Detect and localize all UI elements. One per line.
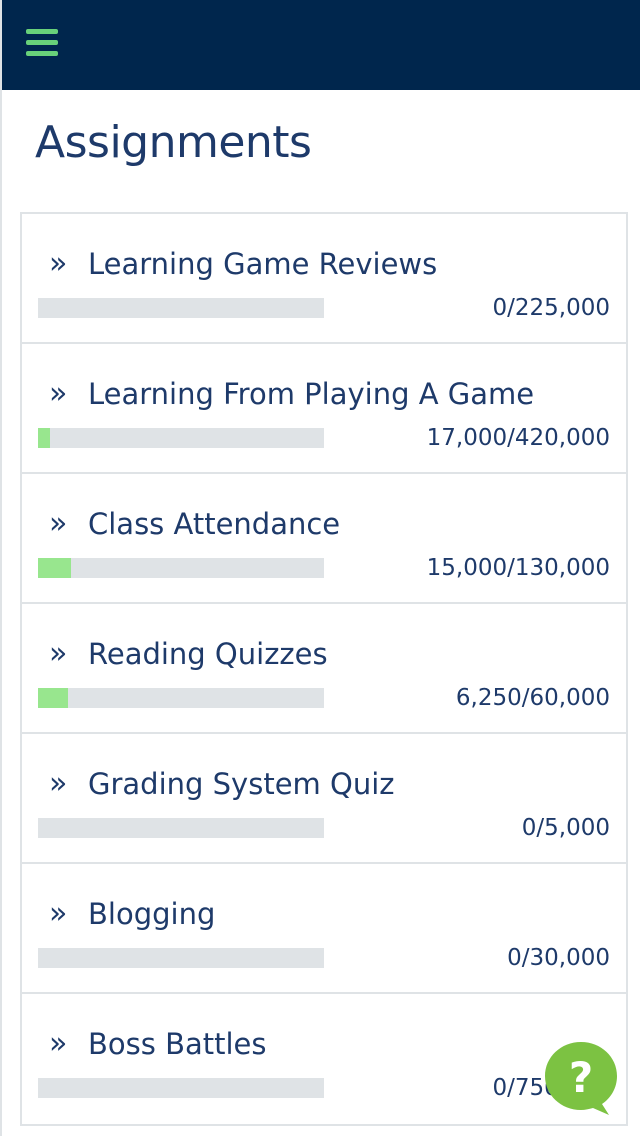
progress-bar (38, 558, 324, 578)
assignment-row[interactable]: » Learning From Playing A Game 17,000/42… (22, 344, 626, 474)
assignment-row[interactable]: » Grading System Quiz 0/5,000 (22, 734, 626, 864)
assignment-score: 0/225,000 (492, 295, 611, 321)
assignment-name[interactable]: Class Attendance (88, 504, 340, 544)
assignment-score: 6,250/60,000 (455, 685, 610, 711)
help-glyph: ? (569, 1053, 593, 1102)
assignment-score: 17,000/420,000 (426, 425, 610, 451)
assignment-row[interactable]: » Boss Battles 0/750,000 (22, 994, 626, 1124)
progress-bar (38, 688, 324, 708)
assignment-name[interactable]: Learning From Playing A Game (88, 374, 534, 414)
assignment-name[interactable]: Reading Quizzes (88, 634, 328, 674)
page-title: Assignments (35, 117, 312, 168)
chevron-right-icon: » (49, 766, 68, 801)
chevron-right-icon: » (49, 896, 68, 931)
assignment-name[interactable]: Learning Game Reviews (88, 244, 437, 284)
progress-fill (38, 558, 71, 578)
assignment-score: 0/30,000 (507, 945, 610, 971)
menu-icon-line (26, 51, 58, 56)
chevron-right-icon: » (49, 376, 68, 411)
progress-bar (38, 1078, 324, 1098)
progress-fill (38, 428, 50, 448)
assignment-row[interactable]: » Blogging 0/30,000 (22, 864, 626, 994)
chevron-right-icon: » (49, 506, 68, 541)
progress-fill (38, 688, 68, 708)
progress-bar (38, 948, 324, 968)
assignment-score: 15,000/130,000 (426, 555, 610, 581)
top-navigation-bar (2, 0, 640, 90)
chevron-right-icon: » (49, 246, 68, 281)
assignment-row[interactable]: » Class Attendance 15,000/130,000 (22, 474, 626, 604)
assignment-row[interactable]: » Reading Quizzes 6,250/60,000 (22, 604, 626, 734)
assignment-name[interactable]: Grading System Quiz (88, 764, 394, 804)
assignment-list: » Learning Game Reviews 0/225,000 » Lear… (20, 212, 628, 1126)
app-page: Assignments » Learning Game Reviews 0/22… (0, 0, 640, 1136)
chevron-right-icon: » (49, 1026, 68, 1061)
help-bubble-graphic: ? (545, 1042, 617, 1115)
progress-bar (38, 818, 324, 838)
assignment-score: 0/5,000 (521, 815, 610, 841)
assignment-name[interactable]: Blogging (88, 894, 215, 934)
chevron-right-icon: » (49, 636, 68, 671)
progress-bar (38, 428, 324, 448)
assignment-name[interactable]: Boss Battles (88, 1024, 267, 1064)
menu-icon-line (26, 40, 58, 45)
assignment-row[interactable]: » Learning Game Reviews 0/225,000 (22, 214, 626, 344)
hamburger-menu-icon[interactable] (26, 29, 58, 57)
menu-icon-line (26, 29, 58, 34)
progress-bar (38, 298, 324, 318)
help-question-icon[interactable]: ? (543, 1040, 619, 1116)
